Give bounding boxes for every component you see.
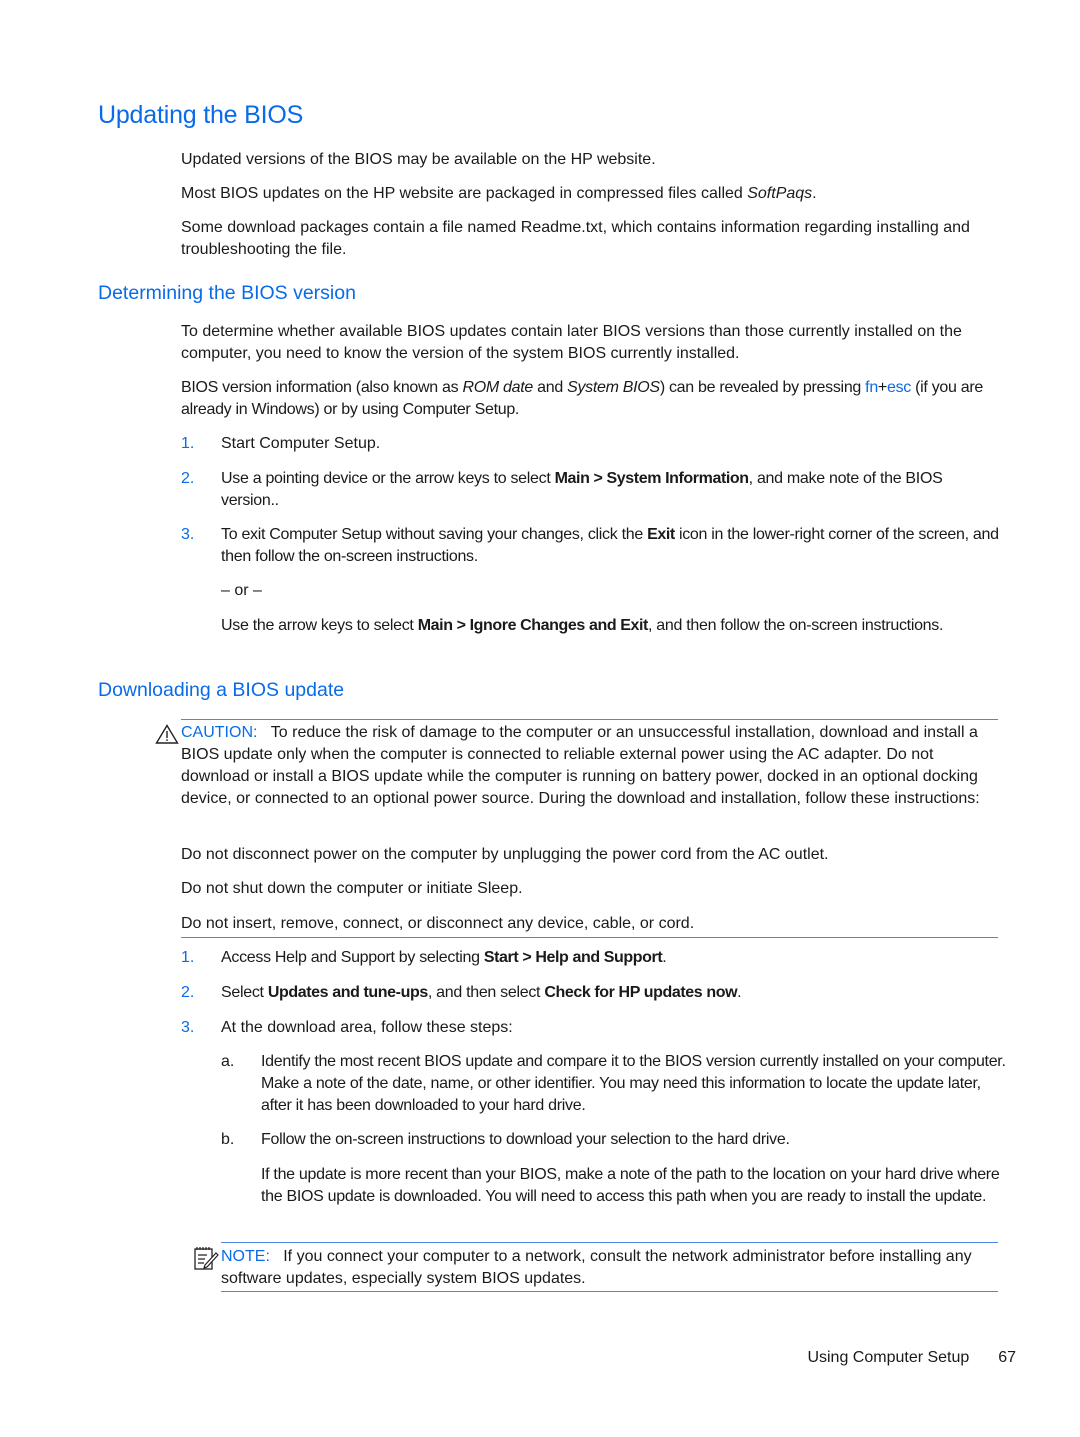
step-text: Access Help and Support by selecting Sta… [221, 947, 1001, 969]
caution-block: CAUTION: To reduce the risk of damage to… [181, 722, 996, 810]
substep-text: Identify the most recent BIOS update and… [261, 1053, 1006, 1114]
note-label: NOTE: [221, 1248, 270, 1265]
text: Select [221, 984, 268, 1001]
text: ) can be revealed by pressing [659, 379, 866, 396]
emphasis-rom-date: ROM date [462, 379, 533, 396]
or-separator: – or – [221, 582, 262, 599]
footer-chapter: Using Computer Setup [807, 1349, 970, 1366]
ui-path: Main > System Information [554, 470, 749, 487]
note-bottom-rule [221, 1291, 998, 1292]
paragraph: Most BIOS updates on the HP website are … [181, 183, 1001, 205]
paragraph: To determine whether available BIOS upda… [181, 323, 962, 362]
step-text: Use a pointing device or the arrow keys … [221, 468, 1001, 512]
text: , and then select [427, 984, 545, 1001]
caution-item: Do not shut down the computer or initiat… [181, 880, 523, 897]
step-number: 1. [181, 435, 195, 452]
step-text: Select Updates and tune-ups, and then se… [221, 982, 1001, 1004]
caution-item: Do not disconnect power on the computer … [181, 846, 829, 863]
ui-label: Updates and tune-ups [267, 984, 428, 1001]
text: . [737, 984, 742, 1001]
substep-label: a. [221, 1053, 235, 1070]
text: Most BIOS updates on the HP website are … [181, 185, 748, 202]
step-number: 2. [181, 470, 195, 487]
ui-label: Check for HP updates now [544, 984, 738, 1001]
step-number: 3. [181, 526, 195, 543]
text: Use a pointing device or the arrow keys … [221, 470, 555, 487]
page-footer: Using Computer Setup 67 [807, 1349, 1016, 1367]
substep-label: b. [221, 1131, 235, 1148]
step-text: To exit Computer Setup without saving yo… [221, 524, 1001, 568]
text: , and then follow the on-screen instruct… [648, 617, 944, 634]
step-number: 1. [181, 949, 195, 966]
paragraph: Updated versions of the BIOS may be avai… [181, 151, 656, 168]
caution-top-rule [181, 719, 998, 720]
emphasis-softpaqs: SoftPaqs [747, 185, 813, 202]
key-esc: esc [886, 379, 911, 396]
text: To exit Computer Setup without saving yo… [221, 526, 648, 543]
step-number: 3. [181, 1019, 195, 1036]
text: Access Help and Support by selecting [221, 949, 484, 966]
key-plus: + [877, 379, 887, 396]
page-title: Updating the BIOS [98, 101, 304, 129]
step-text: Start Computer Setup. [221, 435, 381, 452]
warning-triangle-icon [155, 724, 179, 744]
key-fn: fn [865, 379, 878, 396]
text: BIOS version information (also known as [181, 379, 463, 396]
note-text: If you connect your computer to a networ… [221, 1248, 972, 1287]
step-number: 2. [181, 984, 195, 1001]
ui-path: Start > Help and Support [483, 949, 663, 966]
caution-label: CAUTION: [181, 724, 258, 741]
page-number: 67 [998, 1349, 1016, 1366]
caution-text: To reduce the risk of damage to the comp… [181, 724, 980, 807]
paragraph: Some download packages contain a file na… [181, 219, 970, 258]
caution-bottom-rule [181, 937, 998, 938]
section-heading-downloading: Downloading a BIOS update [98, 679, 345, 701]
note-top-rule [221, 1242, 998, 1243]
alternative-step: Use the arrow keys to select Main > Igno… [221, 615, 1001, 637]
ui-path: Main > Ignore Changes and Exit [417, 617, 649, 634]
ui-label-exit: Exit [647, 526, 675, 543]
text: . [812, 185, 817, 202]
text: and [532, 379, 568, 396]
note-pencil-icon [193, 1245, 219, 1271]
section-heading-determining: Determining the BIOS version [98, 282, 356, 304]
text: . [662, 949, 667, 966]
note-block: NOTE: If you connect your computer to a … [221, 1246, 1001, 1290]
substep-extra: If the update is more recent than your B… [261, 1166, 1000, 1205]
caution-item: Do not insert, remove, connect, or disco… [181, 915, 695, 932]
step-text: At the download area, follow these steps… [221, 1019, 513, 1036]
paragraph: BIOS version information (also known as … [181, 377, 996, 421]
text: Use the arrow keys to select [221, 617, 418, 634]
substep-text: Follow the on-screen instructions to dow… [261, 1131, 790, 1148]
emphasis-system-bios: System BIOS [567, 379, 660, 396]
